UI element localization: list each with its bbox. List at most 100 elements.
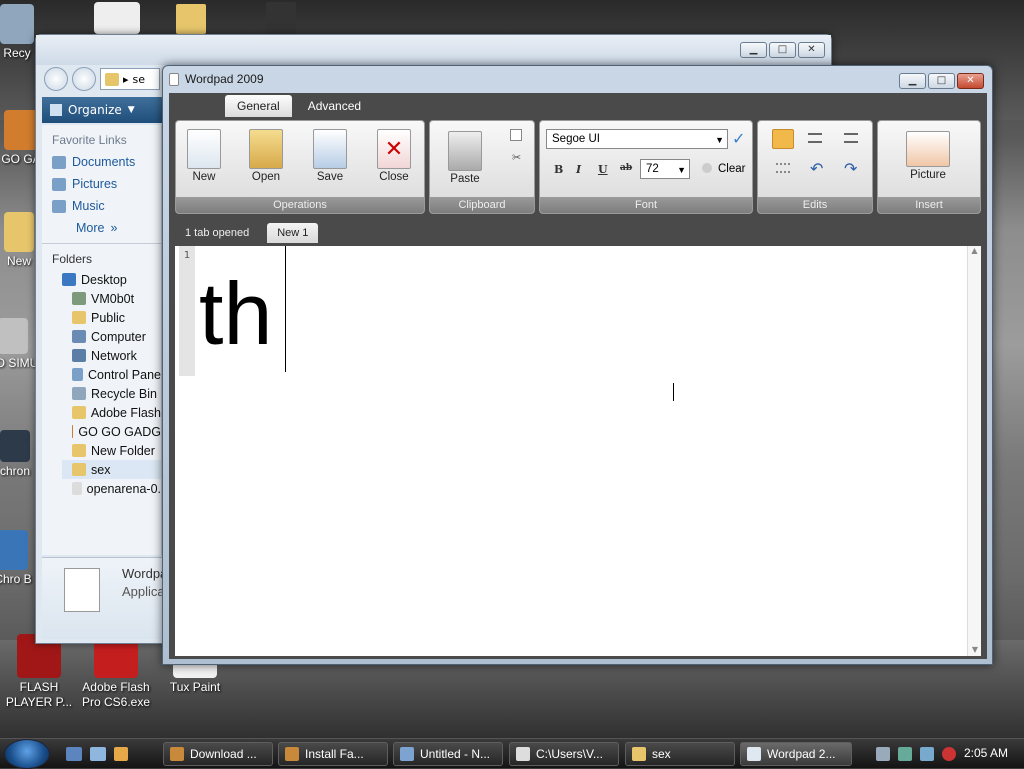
tray-display-icon[interactable] xyxy=(898,747,912,761)
quick-launch-app-icon[interactable] xyxy=(114,747,128,761)
close-button[interactable]: ✕ xyxy=(798,42,825,58)
underline-button[interactable]: U xyxy=(598,163,608,176)
align-right-icon[interactable] xyxy=(844,133,858,143)
open-button[interactable]: Open xyxy=(246,129,286,183)
scroll-down-icon[interactable]: ▼ xyxy=(968,645,982,654)
font-name-select[interactable]: Segoe UI ▼ xyxy=(546,129,728,149)
shortcut-icon xyxy=(0,530,28,570)
copy-icon[interactable] xyxy=(510,129,522,141)
close-doc-button[interactable]: ✕ Close xyxy=(372,129,416,183)
tree-item[interactable]: openarena-0. xyxy=(62,479,161,498)
tree-item[interactable]: VM0b0t xyxy=(62,289,161,308)
vertical-scrollbar[interactable]: ▲ ▼ xyxy=(967,246,981,656)
favorite-pictures[interactable]: Pictures xyxy=(42,173,161,195)
taskbar-item-label: sex xyxy=(652,747,671,761)
apply-font-icon[interactable]: ✓ xyxy=(732,129,745,148)
redo-icon[interactable]: ↷ xyxy=(844,159,857,178)
address-bar[interactable]: ▸ se xyxy=(100,68,160,90)
taskbar-item[interactable]: C:\Users\V... xyxy=(509,742,619,766)
back-button[interactable] xyxy=(44,67,68,91)
maximize-button[interactable]: □ xyxy=(928,73,955,89)
start-button[interactable] xyxy=(4,739,50,769)
favorite-documents[interactable]: Documents xyxy=(42,151,161,173)
folder-icon xyxy=(105,72,119,86)
tree-item-label: openarena-0. xyxy=(86,481,161,496)
wordpad-window[interactable]: Wordpad 2009 ▁ □ ✕ General Advanced New … xyxy=(162,65,993,665)
navigation-pane: Favorite Links Documents Pictures Music … xyxy=(42,125,162,555)
folder-icon xyxy=(72,387,86,400)
new-button[interactable]: New xyxy=(184,129,224,183)
scroll-up-icon[interactable]: ▲ xyxy=(968,246,981,255)
tree-item[interactable]: New Folder xyxy=(62,441,161,460)
tree-item-label: Recycle Bin xyxy=(91,386,157,401)
folder-icon xyxy=(72,425,74,438)
edits-group: ↶ ↷ Edits xyxy=(757,120,873,214)
taskbar-item[interactable]: Install Fa... xyxy=(278,742,388,766)
tab-advanced[interactable]: Advanced xyxy=(296,95,373,117)
tree-item[interactable]: Adobe Flash xyxy=(62,403,161,422)
minimize-button[interactable]: ▁ xyxy=(740,42,767,58)
minimize-button[interactable]: ▁ xyxy=(899,73,926,89)
tree-item-label: VM0b0t xyxy=(91,291,135,306)
picture-button[interactable]: Picture xyxy=(898,131,958,181)
tree-item[interactable]: sex xyxy=(62,460,161,479)
tree-item[interactable]: Control Pane xyxy=(62,365,161,384)
bold-button[interactable]: B xyxy=(554,163,563,176)
font-size-select[interactable]: 72 ▼ xyxy=(640,159,690,179)
tree-item-label: New Folder xyxy=(91,443,155,458)
undo-icon[interactable]: ↶ xyxy=(810,159,823,178)
forward-button[interactable] xyxy=(72,67,96,91)
quick-launch-desktop-icon[interactable] xyxy=(66,747,82,761)
more-link[interactable]: More» xyxy=(42,217,161,239)
taskbar-item[interactable]: Wordpad 2... xyxy=(740,742,852,766)
tree-item[interactable]: Desktop xyxy=(62,270,161,289)
open-folder-icon xyxy=(249,129,283,169)
desktop-icon-flash-pro[interactable]: Adobe Flash Pro CS6.exe xyxy=(73,634,159,710)
explorer-titlebar[interactable] xyxy=(36,35,831,65)
quick-launch-explorer-icon[interactable] xyxy=(90,747,106,761)
tree-item[interactable]: Public xyxy=(62,308,161,327)
cut-icon[interactable]: ✂ xyxy=(512,151,521,164)
paste-button[interactable]: Paste xyxy=(442,131,488,185)
tree-item[interactable]: Recycle Bin xyxy=(62,384,161,403)
line-number-gutter: 1 xyxy=(179,246,195,376)
close-button[interactable]: ✕ xyxy=(957,73,984,89)
wordpad-titlebar[interactable]: Wordpad 2009 xyxy=(169,72,264,86)
maximize-button[interactable]: □ xyxy=(769,42,796,58)
tree-item-label: Network xyxy=(91,348,137,363)
taskbar-app-icon xyxy=(400,747,414,761)
strikethrough-button[interactable]: ab xyxy=(620,163,632,173)
document-editor[interactable]: 1 th ▲ ▼ xyxy=(175,246,981,656)
align-center-icon[interactable] xyxy=(808,133,822,143)
taskbar-item[interactable]: Download ... xyxy=(163,742,273,766)
tree-item-label: GO GO GADG xyxy=(78,424,161,439)
italic-button[interactable]: I xyxy=(576,163,581,176)
tray-monitor-icon[interactable] xyxy=(920,747,934,761)
tray-network-icon[interactable] xyxy=(876,747,890,761)
tree-item[interactable]: Network xyxy=(62,346,161,365)
tree-item[interactable]: Computer xyxy=(62,327,161,346)
folder-icon xyxy=(72,463,86,476)
save-button[interactable]: Save xyxy=(310,129,350,183)
tab-general[interactable]: General xyxy=(225,95,292,117)
insert-group: Picture Insert xyxy=(877,120,981,214)
tray-volume-icon[interactable] xyxy=(942,747,956,761)
desktop-icon-flash-player[interactable]: FLASH PLAYER P... xyxy=(0,634,82,710)
taskbar-item[interactable]: sex xyxy=(625,742,735,766)
tree-item[interactable]: GO GO GADG xyxy=(62,422,161,441)
organize-button[interactable]: Organize xyxy=(68,103,122,117)
save-icon xyxy=(313,129,347,169)
clear-button[interactable]: Clear xyxy=(718,163,745,175)
folder-icon xyxy=(72,330,86,343)
document-tab[interactable]: New 1 xyxy=(267,223,319,243)
clock[interactable]: 2:05 AM xyxy=(964,746,1008,760)
font-group: Segoe UI ▼ ✓ B I U ab 72 ▼ Clear Font xyxy=(539,120,753,214)
clear-format-icon xyxy=(702,163,712,173)
taskbar-app-icon xyxy=(516,747,530,761)
operations-label: Operations xyxy=(176,197,424,213)
taskbar-item[interactable]: Untitled - N... xyxy=(393,742,503,766)
favorite-music[interactable]: Music xyxy=(42,195,161,217)
align-left-icon[interactable] xyxy=(772,129,794,149)
bullet-list-icon[interactable] xyxy=(776,163,790,173)
double-chevron-icon: » xyxy=(110,221,118,235)
